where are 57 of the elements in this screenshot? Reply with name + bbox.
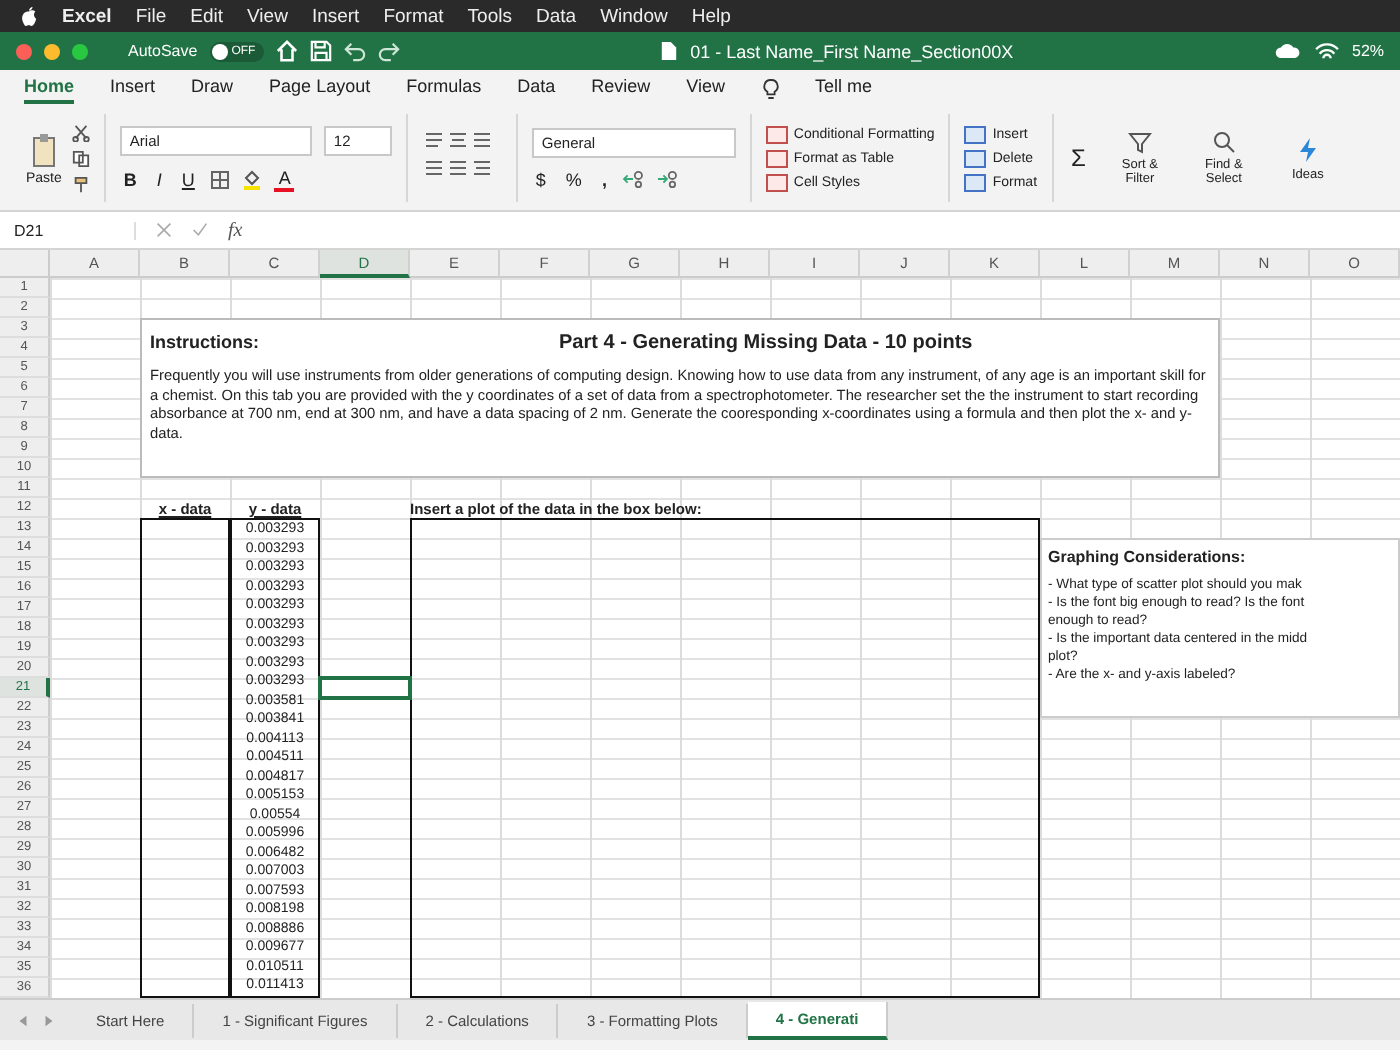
name-box[interactable]: D21 — [8, 221, 136, 239]
menu-item[interactable]: Format — [383, 5, 444, 27]
lightning-icon — [1295, 135, 1320, 163]
filter-icon — [1127, 130, 1152, 154]
borders-icon[interactable] — [210, 169, 231, 189]
menu-item[interactable]: Insert — [311, 5, 360, 27]
decimal-icon[interactable] — [622, 170, 645, 188]
ribbon-tab[interactable]: Data — [517, 72, 556, 104]
ribbon-tab[interactable]: Draw — [191, 72, 234, 104]
menu-item[interactable]: File — [135, 5, 167, 27]
save-icon[interactable] — [309, 40, 332, 62]
check-icon[interactable] — [192, 222, 208, 238]
part-title: Part 4 - Generating Missing Data - 10 points — [559, 332, 973, 354]
cloud-icon — [1274, 42, 1302, 60]
wifi-icon — [1314, 41, 1340, 61]
fill-bucket-icon[interactable] — [242, 169, 263, 189]
autosave-label: AutoSave — [128, 42, 198, 60]
apple-icon[interactable] — [20, 5, 38, 27]
menu-item[interactable]: Tools — [467, 5, 512, 27]
ribbon-tab[interactable]: Insert — [110, 72, 156, 104]
copy-icon[interactable] — [71, 149, 90, 167]
ribbon-tab[interactable]: View — [686, 72, 725, 104]
home-icon[interactable] — [275, 40, 298, 62]
lightbulb-icon — [761, 77, 779, 99]
menu-item[interactable]: Window — [600, 5, 668, 27]
cut-icon[interactable] — [71, 123, 90, 141]
italic-button[interactable]: I — [152, 169, 166, 189]
app-name-menu[interactable]: Excel — [62, 5, 112, 27]
battery-percentage: 52% — [1352, 42, 1385, 60]
currency-button[interactable]: $ — [531, 169, 550, 189]
font-color-button[interactable]: A — [274, 167, 295, 191]
undo-icon[interactable] — [343, 40, 366, 62]
bold-button[interactable]: B — [119, 169, 141, 189]
document-icon — [660, 40, 679, 62]
decimal-icon[interactable] — [656, 170, 679, 188]
percent-button[interactable]: % — [561, 169, 586, 189]
autosum-button[interactable]: Σ — [1067, 144, 1090, 172]
window-title: 01 - Last Name_First Name_Section00X — [690, 41, 1014, 61]
ribbon-tab[interactable]: Review — [591, 72, 651, 104]
redo-icon[interactable] — [377, 40, 400, 62]
comma-button[interactable]: , — [597, 169, 611, 189]
menu-item[interactable]: Help — [691, 5, 731, 27]
menu-item[interactable]: Data — [535, 5, 577, 27]
tell-me-search[interactable]: Tell me — [815, 72, 873, 104]
insert-function-button[interactable]: fx — [228, 219, 243, 241]
brush-icon[interactable] — [71, 175, 90, 193]
menu-item[interactable]: Edit — [190, 5, 224, 27]
instructions-heading: Instructions: — [150, 332, 260, 352]
ribbon-tab[interactable]: Page Layout — [269, 72, 371, 104]
zoom-button[interactable] — [72, 43, 88, 59]
selected-cell[interactable] — [318, 676, 412, 700]
underline-button[interactable]: U — [177, 169, 199, 189]
menu-item[interactable]: View — [247, 5, 288, 27]
ribbon-tab[interactable]: Formulas — [406, 72, 482, 104]
search-icon — [1211, 130, 1236, 154]
considerations-heading: Graphing Considerations: — [1048, 548, 1248, 566]
minimize-button[interactable] — [44, 43, 60, 59]
